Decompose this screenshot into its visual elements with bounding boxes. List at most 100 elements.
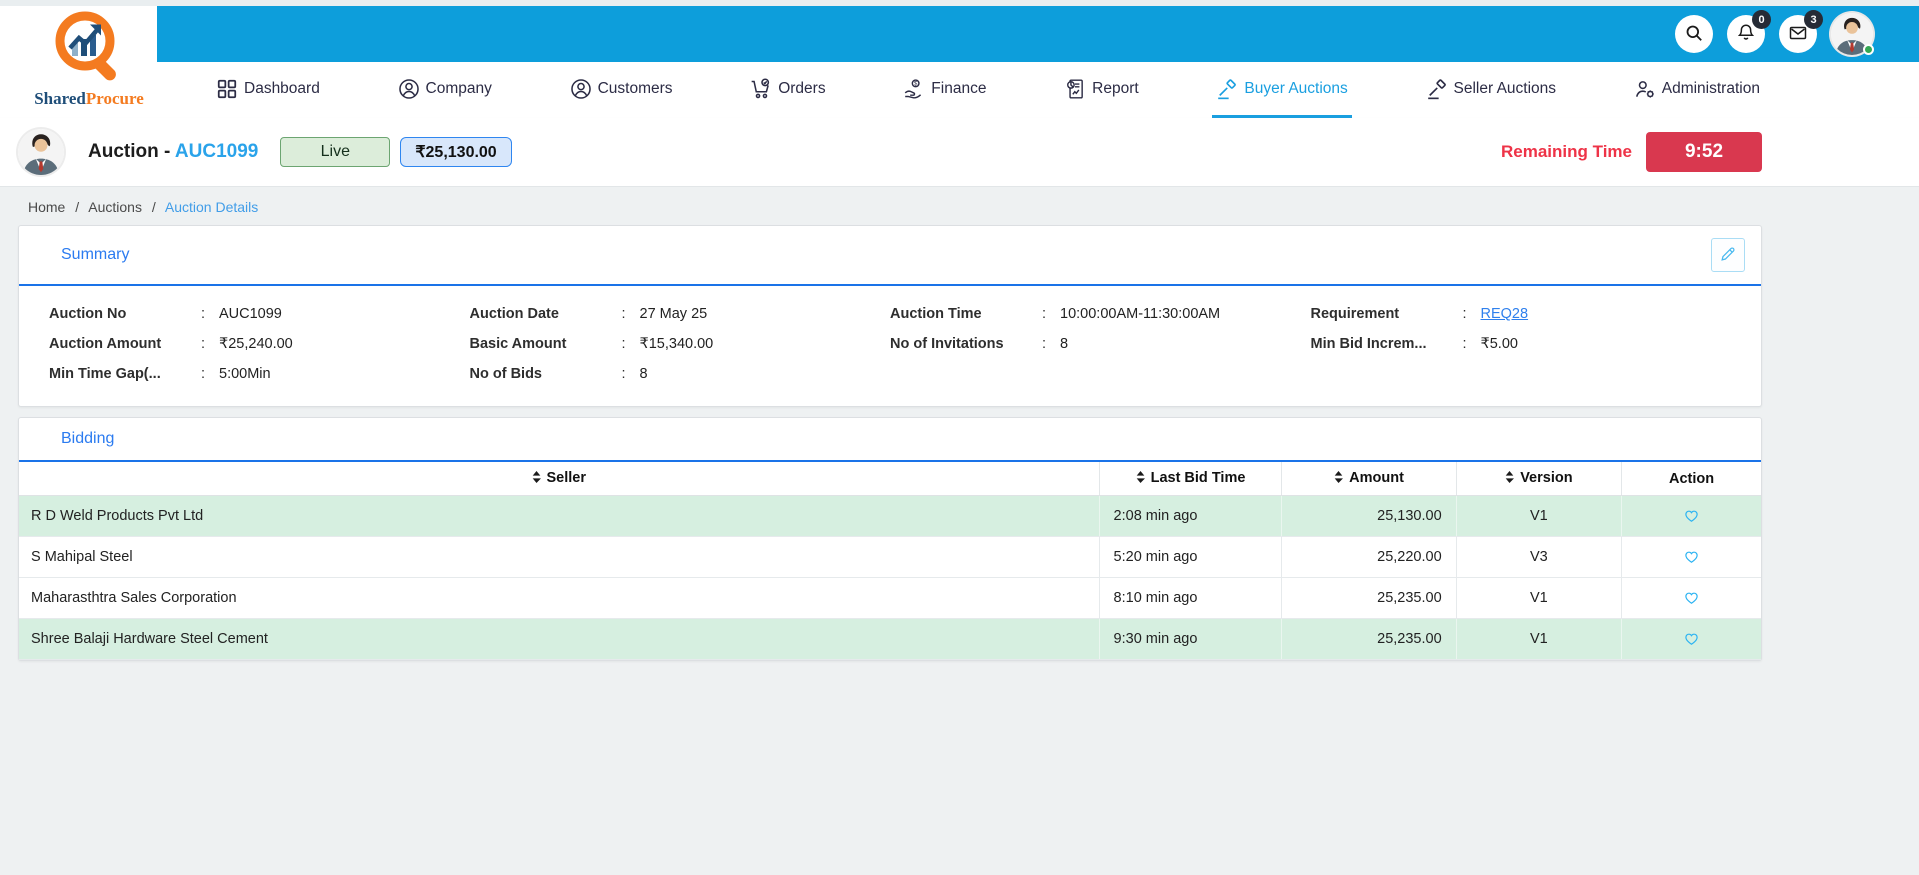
breadcrumb-separator: / bbox=[151, 199, 156, 215]
summary-field-auction-no: Auction No: AUC1099 bbox=[49, 306, 282, 322]
nav-label: Report bbox=[1092, 79, 1139, 97]
bid-amount: 25,130.00 bbox=[1281, 495, 1457, 537]
requirement-link[interactable]: REQ28 bbox=[1481, 306, 1529, 322]
nav-item-seller-auctions[interactable]: Seller Auctions bbox=[1422, 62, 1561, 118]
bidding-table: Seller Last Bid Time Amount Version Acti… bbox=[19, 462, 1761, 660]
nav-item-company[interactable]: Company bbox=[394, 62, 496, 118]
pencil-icon bbox=[1719, 245, 1737, 266]
edit-summary-button[interactable] bbox=[1711, 238, 1745, 272]
sort-icon bbox=[1505, 471, 1515, 487]
bell-icon bbox=[1736, 23, 1756, 46]
main-nav: Dashboard Company Customers Orders $ Fin… bbox=[157, 62, 1919, 118]
bid-amount: 25,235.00 bbox=[1281, 618, 1457, 660]
search-icon bbox=[1684, 23, 1704, 46]
nav-item-administration[interactable]: Administration bbox=[1630, 62, 1764, 118]
gavel-icon bbox=[1426, 78, 1448, 100]
message-count-badge: 3 bbox=[1804, 10, 1823, 29]
bid-amount: 25,235.00 bbox=[1281, 577, 1457, 619]
nav-item-orders[interactable]: Orders bbox=[746, 62, 829, 118]
user-avatar[interactable] bbox=[1831, 13, 1874, 55]
favorite-button[interactable] bbox=[1676, 628, 1707, 650]
bid-amount: 25,220.00 bbox=[1281, 536, 1457, 578]
column-header-last-bid-time[interactable]: Last Bid Time bbox=[1099, 462, 1283, 496]
auction-number-link[interactable]: AUC1099 bbox=[175, 141, 258, 162]
bid-version: V1 bbox=[1456, 495, 1623, 537]
summary-title: Summary bbox=[61, 246, 130, 263]
bid-action-cell bbox=[1621, 536, 1761, 578]
current-amount-badge: ₹25,130.00 bbox=[400, 137, 512, 167]
last-bid-time: 2:08 min ago bbox=[1099, 495, 1283, 537]
summary-fields: Auction No: AUC1099 Auction Date:27 May 2… bbox=[19, 286, 1761, 406]
person-circle-icon bbox=[570, 78, 592, 100]
notifications-button[interactable]: 0 bbox=[1727, 10, 1771, 53]
search-button[interactable] bbox=[1675, 15, 1713, 53]
bid-row: Maharasthtra Sales Corporation 8:10 min … bbox=[19, 577, 1761, 619]
summary-card: Summary Auction No: AUC1099 Auction Date:… bbox=[18, 225, 1762, 407]
remaining-time-value: 9:52 bbox=[1646, 132, 1762, 172]
column-header-seller[interactable]: Seller bbox=[19, 462, 1100, 496]
heart-icon bbox=[1683, 549, 1700, 565]
nav-label: Seller Auctions bbox=[1453, 79, 1557, 97]
page-body: Home / Auctions / Auction Details Summar… bbox=[0, 187, 1919, 875]
bidding-card-header: Bidding bbox=[19, 418, 1761, 462]
online-status-dot bbox=[1863, 44, 1874, 55]
heart-icon bbox=[1683, 590, 1700, 606]
bid-row: S Mahipal Steel 5:20 min ago 25,220.00 V… bbox=[19, 536, 1761, 578]
breadcrumb-home[interactable]: Home bbox=[28, 199, 65, 215]
messages-button[interactable]: 3 bbox=[1779, 10, 1823, 53]
last-bid-time: 9:30 min ago bbox=[1099, 618, 1283, 660]
nav-item-buyer-auctions[interactable]: Buyer Auctions bbox=[1212, 62, 1352, 118]
auction-avatar[interactable] bbox=[18, 129, 64, 175]
auction-header: Auction - AUC1099 Live ₹25,130.00 Remain… bbox=[0, 118, 1919, 187]
bid-version: V1 bbox=[1456, 577, 1623, 619]
summary-card-header: Summary bbox=[19, 226, 1761, 286]
sort-icon bbox=[1334, 471, 1344, 487]
breadcrumb-auctions[interactable]: Auctions bbox=[88, 199, 142, 215]
summary-field-no-of-invitations: No of Invitations:8 bbox=[890, 336, 1069, 352]
summary-field-requirement: Requirement: REQ28 bbox=[1310, 306, 1529, 322]
bid-action-cell bbox=[1621, 495, 1761, 537]
app-header: SharedProcure 0 3 Dashboard Company Cust… bbox=[0, 0, 1919, 118]
favorite-button[interactable] bbox=[1676, 587, 1707, 609]
report-doc-icon bbox=[1064, 78, 1086, 100]
column-header-amount[interactable]: Amount bbox=[1281, 462, 1457, 496]
nav-item-dashboard[interactable]: Dashboard bbox=[212, 62, 324, 118]
brand-name-procure: Procure bbox=[85, 89, 144, 108]
bid-action-cell bbox=[1621, 577, 1761, 619]
summary-field-no-of-bids: No of Bids:8 bbox=[469, 366, 648, 382]
bidding-card: Bidding Seller Last Bid Time Amount Vers… bbox=[18, 417, 1762, 661]
nav-label: Administration bbox=[1661, 79, 1760, 97]
auction-title: Auction - AUC1099 bbox=[88, 141, 258, 163]
column-header-action: Action bbox=[1621, 462, 1761, 496]
seller-name: R D Weld Products Pvt Ltd bbox=[19, 495, 1100, 537]
nav-label: Finance bbox=[931, 79, 987, 97]
bid-action-cell bbox=[1621, 618, 1761, 660]
seller-name: S Mahipal Steel bbox=[19, 536, 1100, 578]
breadcrumb: Home / Auctions / Auction Details bbox=[18, 187, 1762, 225]
nav-label: Dashboard bbox=[244, 79, 320, 97]
cart-check-icon bbox=[750, 77, 772, 100]
breadcrumb-current: Auction Details bbox=[164, 199, 259, 215]
bid-row: R D Weld Products Pvt Ltd 2:08 min ago 2… bbox=[19, 495, 1761, 537]
summary-field-min-time-gap: Min Time Gap(...:5:00Min bbox=[49, 366, 271, 382]
favorite-button[interactable] bbox=[1676, 505, 1707, 527]
brand-name-shared: Shared bbox=[34, 89, 86, 108]
summary-field-auction-date: Auction Date:27 May 25 bbox=[469, 306, 708, 322]
favorite-button[interactable] bbox=[1676, 546, 1707, 568]
bid-version: V1 bbox=[1456, 618, 1623, 660]
column-header-version[interactable]: Version bbox=[1456, 462, 1623, 496]
gavel-icon bbox=[1216, 78, 1238, 100]
nav-item-report[interactable]: Report bbox=[1060, 62, 1143, 118]
nav-item-customers[interactable]: Customers bbox=[566, 62, 677, 118]
nav-label: Buyer Auctions bbox=[1244, 79, 1348, 97]
bid-version: V3 bbox=[1456, 536, 1623, 578]
bidding-table-header-row: Seller Last Bid Time Amount Version Acti… bbox=[19, 462, 1761, 496]
brand-logo[interactable]: SharedProcure bbox=[24, 8, 154, 116]
page: SharedProcure 0 3 Dashboard Company Cust… bbox=[0, 0, 1919, 875]
brand-name: SharedProcure bbox=[24, 89, 154, 109]
nav-item-finance[interactable]: $ Finance bbox=[899, 62, 990, 118]
live-status-badge: Live bbox=[280, 137, 391, 167]
mail-icon bbox=[1788, 23, 1808, 46]
topbar: 0 3 bbox=[157, 6, 1919, 62]
bid-row: Shree Balaji Hardware Steel Cement 9:30 … bbox=[19, 618, 1761, 660]
